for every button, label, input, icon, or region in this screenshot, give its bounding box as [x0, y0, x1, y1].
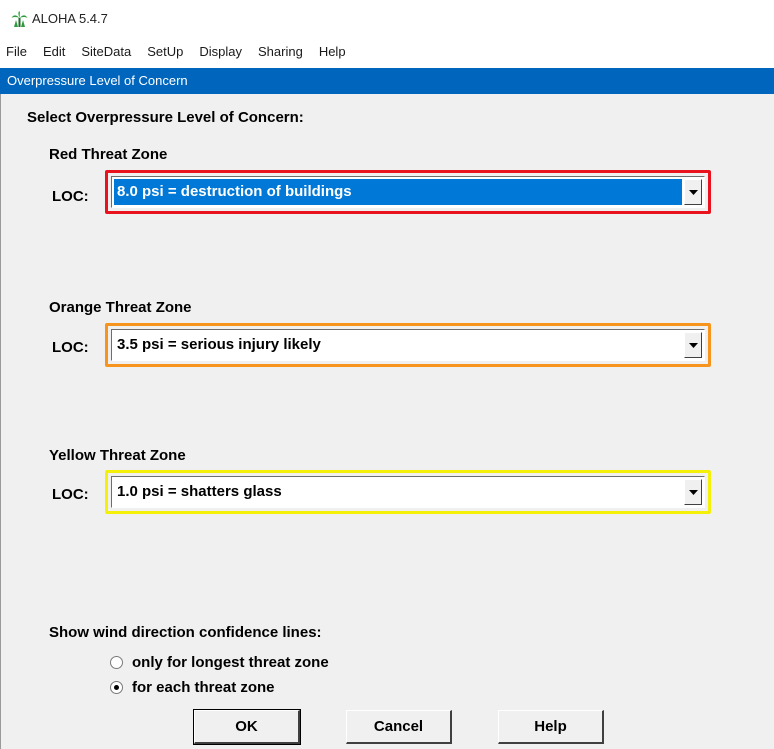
app-title: ALOHA 5.4.7: [32, 11, 108, 26]
orange-loc-dropdown-button[interactable]: [684, 332, 702, 358]
menu-bar: File Edit SiteData SetUp Display Sharing…: [0, 40, 774, 62]
yellow-zone-frame: 1.0 psi = shatters glass: [105, 470, 711, 514]
radio-button-checked[interactable]: [110, 681, 123, 694]
orange-loc-label: LOC:: [52, 339, 89, 356]
yellow-zone-heading: Yellow Threat Zone: [49, 447, 186, 464]
red-zone-frame: 8.0 psi = destruction of buildings: [105, 170, 711, 214]
menu-sharing[interactable]: Sharing: [258, 44, 303, 59]
help-button[interactable]: Help: [498, 710, 604, 744]
yellow-loc-label: LOC:: [52, 486, 89, 503]
orange-loc-value: 3.5 psi = serious injury likely: [117, 336, 321, 353]
red-zone-heading: Red Threat Zone: [49, 146, 168, 163]
orange-loc-select[interactable]: 3.5 psi = serious injury likely: [111, 329, 705, 361]
confidence-lines-label: Show wind direction confidence lines:: [49, 624, 322, 641]
radio-longest-zone[interactable]: only for longest threat zone: [110, 654, 329, 671]
dialog-title: Overpressure Level of Concern: [7, 73, 188, 88]
yellow-loc-value: 1.0 psi = shatters glass: [117, 483, 282, 500]
radio-each-zone-label: for each threat zone: [132, 679, 275, 696]
ok-button[interactable]: OK: [193, 709, 301, 745]
yellow-loc-dropdown-button[interactable]: [684, 479, 702, 505]
app-title-bar: ALOHA 5.4.7: [0, 0, 774, 40]
dialog-heading: Select Overpressure Level of Concern:: [27, 109, 304, 126]
red-loc-label: LOC:: [52, 188, 89, 205]
orange-zone-heading: Orange Threat Zone: [49, 299, 192, 316]
menu-sitedata[interactable]: SiteData: [81, 44, 131, 59]
menu-setup[interactable]: SetUp: [147, 44, 183, 59]
red-loc-select[interactable]: 8.0 psi = destruction of buildings: [111, 176, 705, 208]
menu-display[interactable]: Display: [199, 44, 242, 59]
radio-button-unchecked[interactable]: [110, 656, 123, 669]
radio-longest-zone-label: only for longest threat zone: [132, 654, 329, 671]
dialog-body: Select Overpressure Level of Concern: Re…: [0, 94, 774, 749]
orange-zone-frame: 3.5 psi = serious injury likely: [105, 323, 711, 367]
chevron-down-icon: [688, 189, 698, 195]
menu-edit[interactable]: Edit: [43, 44, 65, 59]
palm-tree-icon: [11, 11, 28, 27]
menu-help[interactable]: Help: [319, 44, 346, 59]
red-loc-dropdown-button[interactable]: [684, 179, 702, 205]
radio-each-zone[interactable]: for each threat zone: [110, 679, 275, 696]
yellow-loc-select[interactable]: 1.0 psi = shatters glass: [111, 476, 705, 508]
chevron-down-icon: [688, 489, 698, 495]
menu-file[interactable]: File: [6, 44, 27, 59]
red-loc-value: 8.0 psi = destruction of buildings: [114, 179, 682, 205]
cancel-button[interactable]: Cancel: [346, 710, 452, 744]
dialog-title-bar: Overpressure Level of Concern: [0, 68, 774, 94]
chevron-down-icon: [688, 342, 698, 348]
